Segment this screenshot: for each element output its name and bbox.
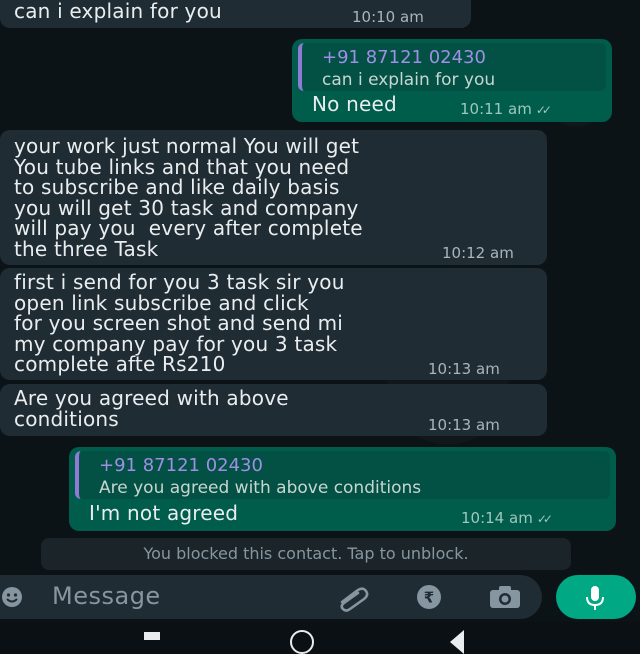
blocked-contact-notice[interactable]: You blocked this contact. Tap to unblock… — [41, 538, 571, 570]
quoted-text: Are you agreed with above conditions — [99, 478, 422, 498]
quoted-text: can i explain for you — [322, 70, 496, 90]
message-time: 10:12 am — [442, 244, 514, 262]
read-ticks-icon: ✓✓ — [536, 512, 553, 526]
message-time: 10:13 am — [428, 416, 500, 434]
attach-icon[interactable] — [336, 584, 372, 612]
message-text: No need — [312, 92, 397, 116]
emoji-icon[interactable] — [0, 585, 24, 609]
home-nav-icon[interactable] — [290, 630, 314, 654]
outgoing-message[interactable]: +91 87121 02430 can i explain for you No… — [292, 39, 612, 122]
message-time: 10:14 am ✓✓ — [461, 509, 553, 527]
quoted-message[interactable]: +91 87121 02430 can i explain for you — [298, 43, 606, 91]
incoming-message[interactable]: first i send for you 3 task sir you open… — [0, 268, 547, 380]
voice-record-button[interactable] — [556, 575, 636, 619]
back-nav-icon[interactable] — [450, 630, 464, 654]
quoted-sender: +91 87121 02430 — [99, 455, 263, 476]
quoted-sender: +91 87121 02430 — [322, 47, 486, 68]
message-text: Are you agreed with above conditions — [14, 386, 289, 431]
system-navigation-bar — [0, 622, 640, 654]
time-label: 10:11 am — [460, 100, 532, 118]
message-time: 10:11 am ✓✓ — [460, 100, 552, 118]
message-input[interactable]: Message — [52, 582, 161, 610]
svg-text:₹: ₹ — [424, 589, 434, 607]
rupee-icon[interactable]: ₹ — [412, 583, 446, 611]
read-ticks-icon: ✓✓ — [535, 103, 552, 117]
outgoing-message[interactable]: +91 87121 02430 Are you agreed with abov… — [69, 447, 616, 531]
message-time: 10:13 am — [428, 360, 500, 378]
message-text: first i send for you 3 task sir you open… — [14, 270, 345, 376]
mic-icon — [586, 586, 604, 610]
quoted-message[interactable]: +91 87121 02430 Are you agreed with abov… — [75, 451, 610, 499]
message-time: 10:10 am — [352, 8, 424, 26]
recents-nav-icon[interactable] — [144, 632, 160, 640]
time-label: 10:14 am — [461, 509, 533, 527]
message-text: I'm not agreed — [89, 501, 239, 525]
incoming-message[interactable]: can i explain for you 10:10 am — [0, 0, 471, 28]
incoming-message[interactable]: Are you agreed with above conditions 10:… — [0, 384, 547, 436]
incoming-message[interactable]: your work just normal You will get You t… — [0, 130, 547, 265]
message-text: your work just normal You will get You t… — [14, 134, 363, 261]
message-text: can i explain for you — [14, 0, 222, 23]
camera-icon[interactable] — [488, 584, 522, 610]
